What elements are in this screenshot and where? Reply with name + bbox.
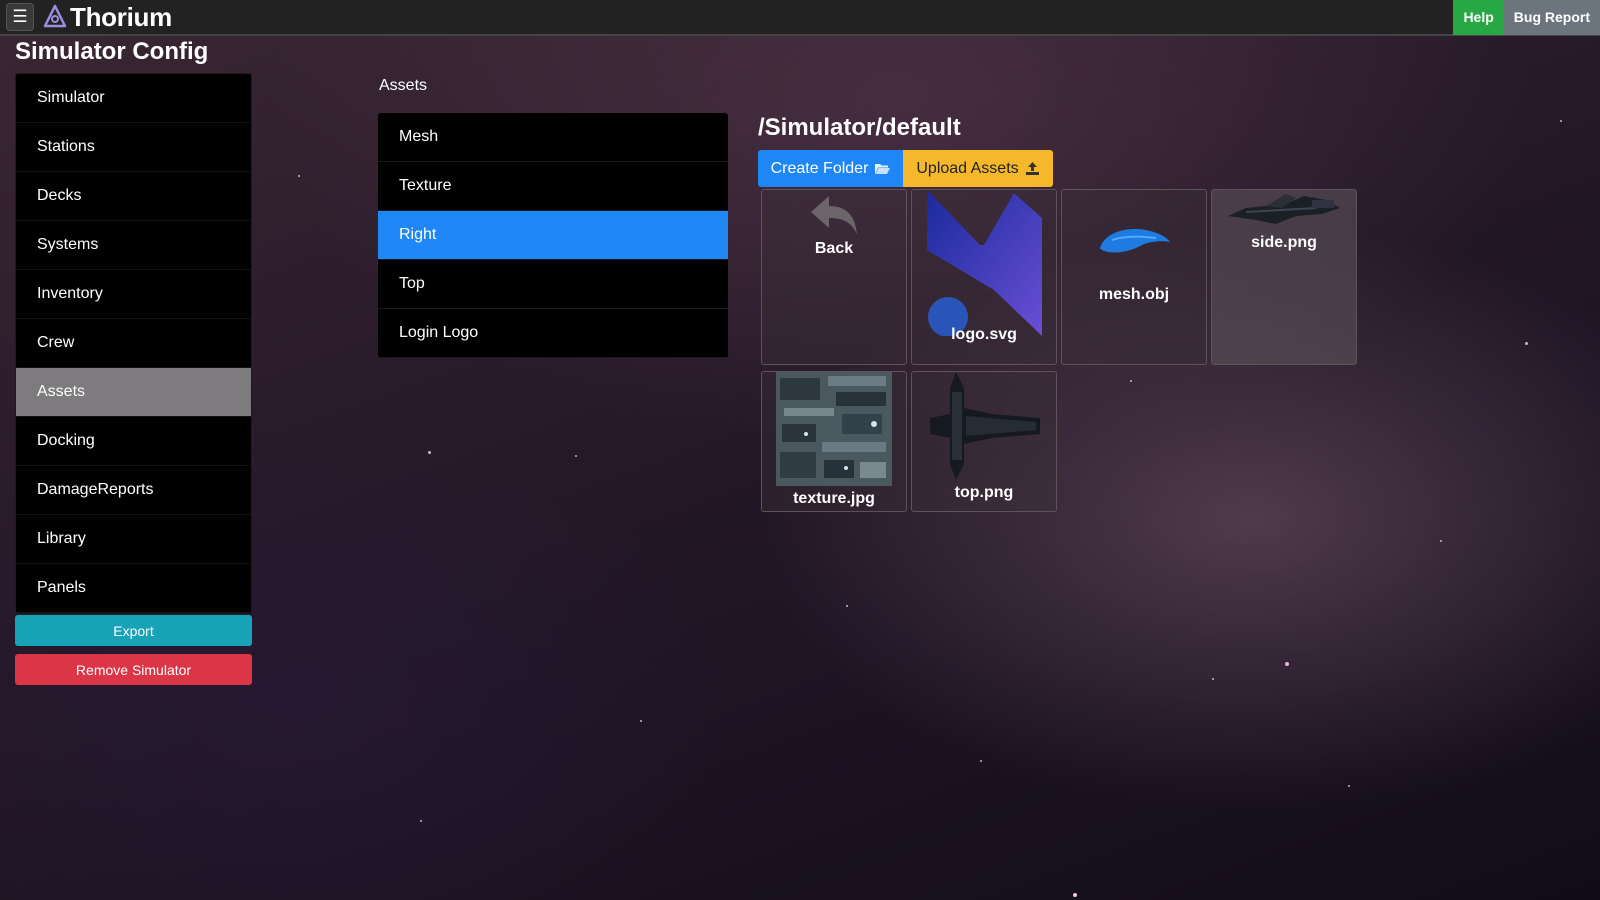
top-png-thumbnail [930, 372, 1040, 480]
upload-assets-button[interactable]: Upload Assets [903, 150, 1053, 187]
sidebar-item-panels[interactable]: Panels [16, 564, 251, 613]
asset-item-top[interactable]: Top [378, 260, 728, 309]
brand[interactable]: Thorium [42, 2, 172, 33]
mesh-obj-thumbnail [1100, 228, 1170, 253]
side-png-thumbnail [1228, 194, 1340, 224]
config-sidebar: Simulator Stations Decks Systems Invento… [15, 73, 252, 614]
asset-item-right[interactable]: Right [378, 211, 728, 260]
back-arrow-icon [811, 196, 857, 234]
sidebar-item-systems[interactable]: Systems [16, 221, 251, 270]
bug-report-button[interactable]: Bug Report [1503, 0, 1600, 35]
top-navbar: ☰ Thorium Help Bug Report [0, 0, 1600, 36]
asset-item-texture[interactable]: Texture [378, 162, 728, 211]
hamburger-icon: ☰ [12, 7, 28, 26]
sidebar-item-docking[interactable]: Docking [16, 417, 251, 466]
thorium-logo-icon [43, 4, 67, 28]
upload-icon [1025, 162, 1039, 175]
page-title: Simulator Config [15, 38, 209, 65]
side-png-label: side.png [1251, 234, 1317, 251]
sidebar-item-simulator[interactable]: Simulator [16, 74, 251, 123]
mesh-obj-label: mesh.obj [1098, 286, 1170, 303]
export-button[interactable]: Export [15, 615, 252, 646]
brand-name: Thorium [70, 1, 172, 32]
top-png-label: top.png [954, 484, 1014, 501]
asset-tile-top-png[interactable]: top.png [911, 371, 1057, 512]
asset-item-mesh[interactable]: Mesh [378, 113, 728, 162]
remove-simulator-button[interactable]: Remove Simulator [15, 654, 252, 685]
sidebar-item-inventory[interactable]: Inventory [16, 270, 251, 319]
create-folder-button[interactable]: Create Folder [758, 150, 903, 187]
help-button[interactable]: Help [1453, 0, 1504, 35]
asset-tile-mesh-obj[interactable]: mesh.obj [1061, 189, 1207, 365]
asset-item-login-logo[interactable]: Login Logo [378, 309, 728, 358]
logo-svg-label: logo.svg [951, 326, 1017, 343]
sidebar-item-crew[interactable]: Crew [16, 319, 251, 368]
back-label: Back [814, 240, 854, 257]
asset-tile-texture-jpg[interactable]: texture.jpg [761, 371, 907, 512]
sidebar-item-stations[interactable]: Stations [16, 123, 251, 172]
asset-category-list: Mesh Texture Right Top Login Logo [378, 113, 728, 358]
sidebar-item-library[interactable]: Library [16, 515, 251, 564]
texture-jpg-label: texture.jpg [793, 490, 875, 507]
sidebar-item-damagereports[interactable]: DamageReports [16, 466, 251, 515]
folder-open-icon [875, 164, 891, 174]
asset-tile-side-png[interactable]: side.png [1211, 189, 1357, 365]
upload-assets-label: Upload Assets [916, 159, 1019, 177]
folder-path: /Simulator/default [758, 114, 961, 141]
hamburger-menu-button[interactable]: ☰ [6, 3, 34, 31]
back-tile[interactable]: Back [761, 189, 907, 365]
sidebar-item-decks[interactable]: Decks [16, 172, 251, 221]
texture-jpg-thumbnail [776, 372, 892, 486]
logo-svg-thumbnail [927, 190, 1042, 336]
create-folder-label: Create Folder [770, 159, 869, 177]
asset-tile-logo-svg[interactable]: logo.svg [911, 189, 1057, 365]
assets-heading: Assets [379, 77, 428, 94]
sidebar-item-assets[interactable]: Assets [16, 368, 251, 417]
